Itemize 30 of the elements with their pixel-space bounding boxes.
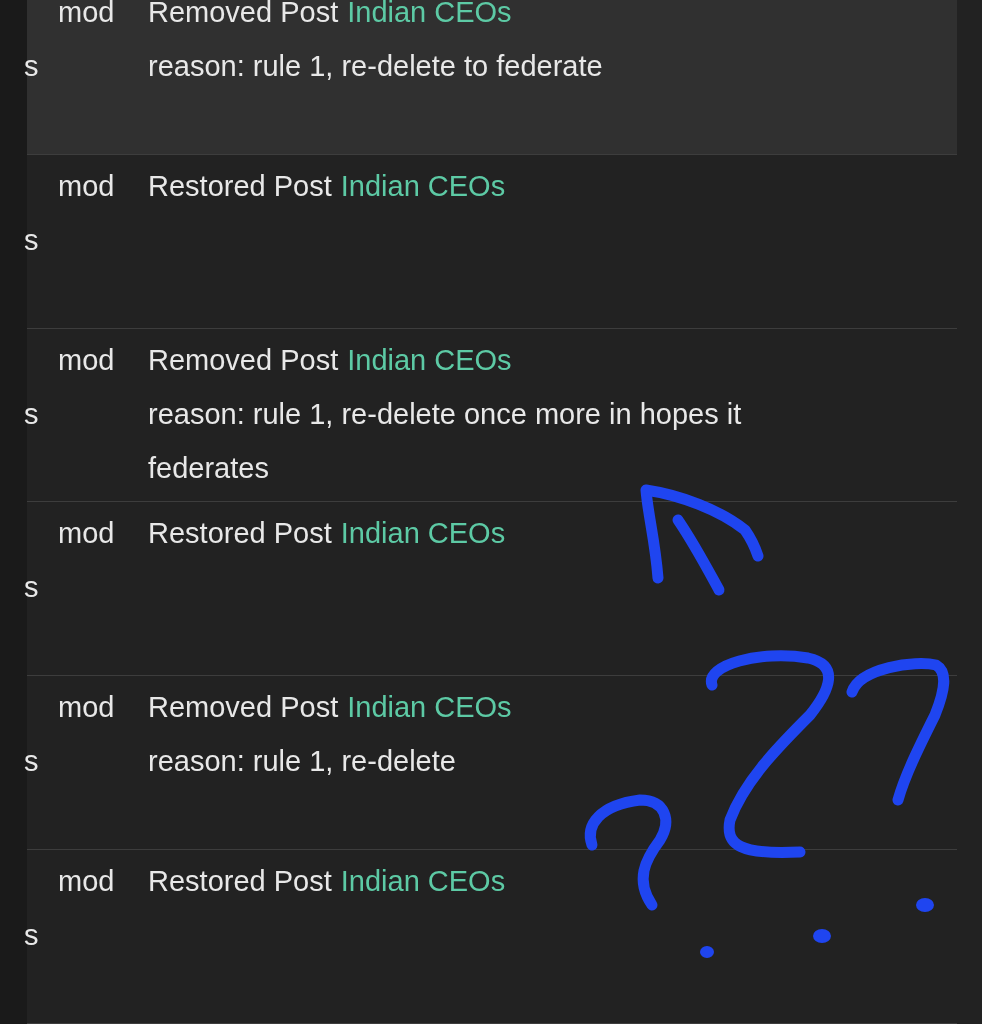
action-text: Removed Post (148, 690, 339, 726)
side-text: s (24, 918, 38, 954)
moderator-name: mod (58, 343, 115, 376)
side-text: s (24, 49, 38, 84)
community-link[interactable]: Indian CEOs (340, 506, 506, 561)
action-text: Restored Post (148, 864, 332, 900)
dot-scribble (700, 946, 714, 958)
dot-scribble (813, 929, 831, 943)
community-link[interactable]: Indian CEOs (347, 680, 512, 735)
side-text: s (24, 744, 38, 780)
community-link[interactable]: Indian CEOs (347, 0, 512, 39)
side-text: s (24, 570, 38, 606)
reason-text: reason: rule 1, re-delete once more in hopes it federates (148, 396, 743, 486)
community-link[interactable]: Indian CEOs (340, 854, 506, 909)
dot-scribble (916, 898, 934, 912)
reason-text: reason: rule 1, re-delete (148, 744, 457, 780)
action-text: Removed Post (148, 342, 339, 378)
action-text: Restored Post (148, 516, 332, 552)
community-link[interactable]: Indian CEOs (347, 332, 512, 387)
action-text: Removed Post (148, 0, 339, 30)
moderator-name: mod (58, 0, 115, 28)
reason-text: reason: rule 1, re-delete to federate (148, 49, 604, 84)
moderator-name: mod (58, 691, 115, 724)
side-text: s (24, 396, 38, 432)
moderator-name: mod (58, 865, 115, 898)
moderator-name: mod (58, 517, 115, 550)
moderator-name: mod (58, 169, 115, 202)
community-link[interactable]: Indian CEOs (340, 158, 506, 213)
side-text: s (24, 222, 38, 258)
action-text: Restored Post (148, 168, 332, 204)
